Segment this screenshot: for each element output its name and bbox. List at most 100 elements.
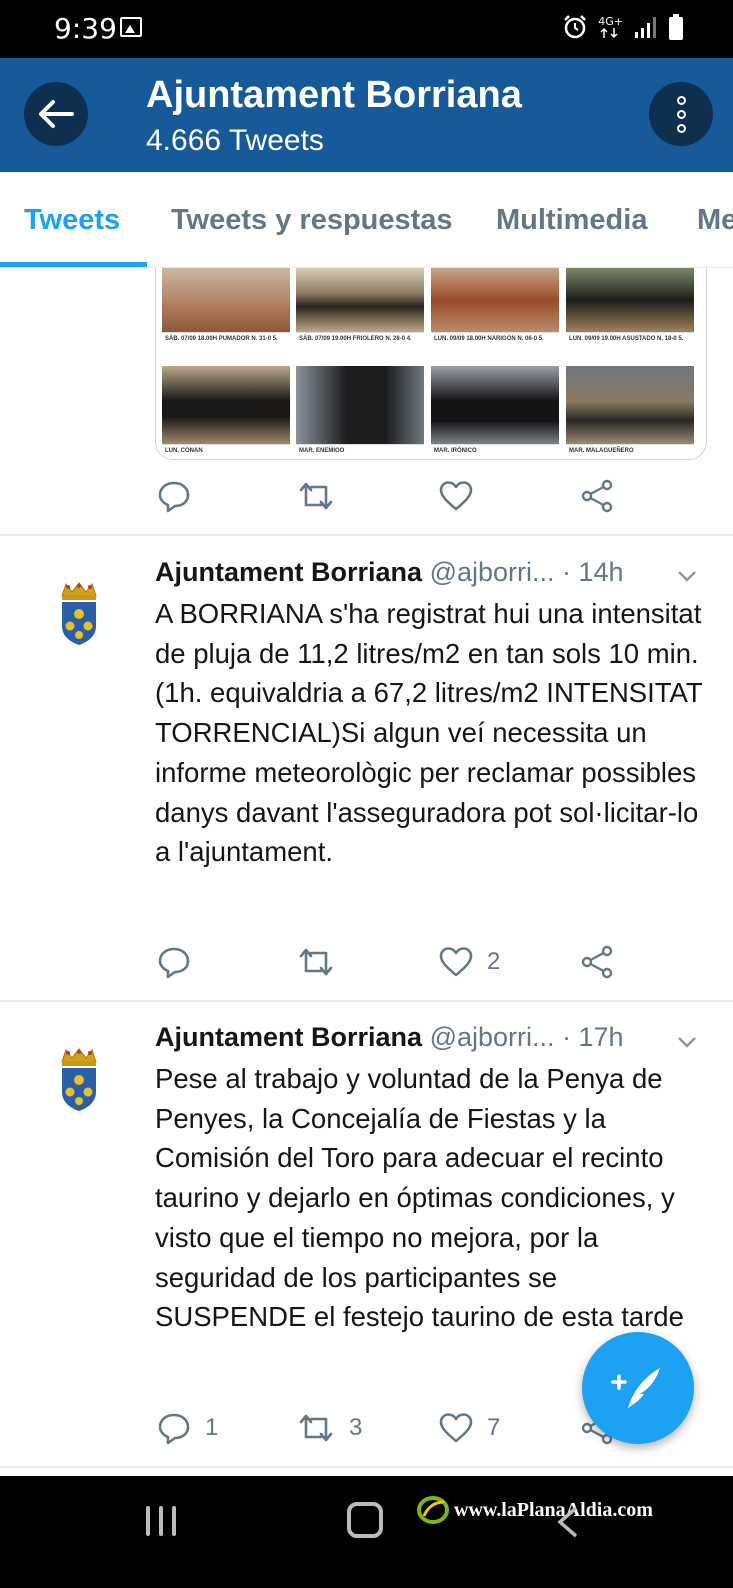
like-button[interactable]: 7 [439, 1406, 500, 1450]
back-button[interactable] [24, 82, 88, 146]
tweet-author-handle[interactable]: @ajborri... [430, 1022, 555, 1052]
tweet-divider [0, 1000, 733, 1002]
bull-photo [296, 268, 424, 332]
reply-icon [158, 1413, 190, 1445]
heart-icon [439, 1413, 473, 1443]
reply-button[interactable] [157, 940, 205, 984]
chevron-down-icon[interactable] [675, 1030, 699, 1054]
system-nav-bar: www.laPlanaAldia.com [0, 1476, 733, 1588]
tweet-text: A BORRIANA s'ha registrat hui una intens… [155, 598, 703, 868]
tweet-actions [155, 474, 655, 518]
media-caption: MAR. MALAGUEÑERO [566, 444, 694, 459]
media-caption: SÀB. 07/09 19.00H FRIOLERO N. 28-0 4. [296, 332, 424, 360]
tab-likes[interactable]: Me [697, 204, 733, 237]
home-button[interactable] [347, 1502, 383, 1538]
media-cell: MAR. IRÓNICO [431, 366, 559, 459]
avatar[interactable] [56, 1048, 102, 1114]
media-caption: LUN. 09/09 18.00H NARIGÓN N. 06-0 5. [431, 332, 559, 360]
avatar[interactable] [56, 582, 102, 648]
chevron-down-icon[interactable] [675, 564, 699, 588]
battery-icon [669, 14, 683, 40]
watermark-logo-icon [417, 1496, 449, 1524]
profile-tabs: Tweets Tweets y respuestas Multimedia Me [0, 172, 733, 268]
tweet-author-handle[interactable]: @ajborri... [430, 557, 555, 587]
signal-icon [635, 17, 656, 38]
reply-button[interactable]: 1 [157, 1406, 218, 1450]
tweet-actions: 1 3 7 [155, 1406, 655, 1450]
tweet-count: 4.666 Tweets [146, 124, 324, 157]
tweet-media-image[interactable]: SÀB. 07/09 18.00H PUMADOR N. 31-0 5. SÀB… [155, 268, 707, 460]
compose-tweet-button[interactable] [582, 1332, 694, 1444]
media-cell: SÀB. 07/09 19.00H FRIOLERO N. 28-0 4. [296, 268, 424, 360]
nav-back-icon[interactable] [556, 1506, 580, 1538]
retweet-button[interactable] [297, 474, 335, 518]
share-button[interactable] [579, 474, 615, 518]
gallery-notification-icon [120, 17, 142, 37]
media-cell: MAR. ENEMIGO [296, 366, 424, 459]
like-count: 7 [487, 1414, 501, 1441]
tab-tweets-and-replies[interactable]: Tweets y respuestas [171, 204, 453, 237]
tweet-timestamp: · 14h [562, 557, 624, 587]
like-button[interactable] [439, 474, 473, 518]
tab-media[interactable]: Multimedia [496, 204, 647, 237]
profile-header: Ajuntament Borriana 4.666 Tweets [0, 58, 733, 172]
tweet-divider [0, 1466, 733, 1468]
media-caption: SÀB. 07/09 18.00H PUMADOR N. 31-0 5. [162, 332, 290, 360]
like-button[interactable]: 2 [439, 940, 500, 984]
alarm-icon [564, 15, 587, 39]
reply-icon [158, 481, 190, 513]
media-cell: MAR. MALAGUEÑERO [566, 366, 694, 459]
dot-icon [676, 95, 686, 105]
tweet-divider [0, 534, 733, 536]
tweet-author-name[interactable]: Ajuntament Borriana [155, 1022, 422, 1052]
tweet-actions: 2 [155, 940, 655, 984]
media-cell: LUN. 09/09 18.00H NARIGÓN N. 06-0 5. [431, 268, 559, 360]
watermark: www.laPlanaAldia.com [416, 1490, 653, 1530]
bull-photo [431, 268, 559, 332]
share-icon [581, 479, 613, 513]
data-arrows-icon [600, 27, 618, 38]
media-caption: LUN. 09/09 19.00H ASUSTADO N. 18-0 5. [566, 332, 694, 360]
tweet-header: Ajuntament Borriana @ajborri... · 14h [155, 557, 624, 588]
like-count: 2 [487, 948, 501, 975]
compose-feather-icon [611, 1368, 660, 1408]
retweet-count: 3 [349, 1414, 363, 1441]
status-indicators: 4G+ [562, 14, 683, 40]
reply-button[interactable] [157, 474, 191, 518]
reply-icon [158, 947, 190, 979]
heart-icon [439, 947, 473, 977]
recent-apps-button[interactable] [146, 1506, 176, 1536]
bull-photo [431, 366, 559, 444]
media-caption: MAR. IRÓNICO [431, 444, 559, 459]
share-icon [581, 945, 613, 979]
profile-name: Ajuntament Borriana [146, 74, 522, 116]
bull-photo [162, 366, 290, 444]
more-options-button[interactable] [649, 82, 713, 146]
watermark-text: www.laPlanaAldia.com [454, 1498, 653, 1521]
media-caption: MAR. ENEMIGO [296, 444, 424, 459]
dot-icon [676, 109, 686, 119]
tweet-author-name[interactable]: Ajuntament Borriana [155, 557, 422, 587]
retweet-icon [299, 482, 333, 510]
status-bar: 9:39 4G+ [0, 0, 733, 58]
tweet-header: Ajuntament Borriana @ajborri... · 17h [155, 1022, 624, 1053]
media-caption: LUN. CONAN [162, 444, 290, 459]
share-button[interactable] [579, 940, 615, 984]
bull-photo [566, 366, 694, 444]
retweet-icon [299, 1414, 333, 1442]
bull-photo [162, 268, 290, 332]
dot-icon [676, 123, 686, 133]
network-type: 4G+ [598, 16, 623, 39]
retweet-icon [299, 948, 333, 976]
active-tab-indicator [0, 262, 147, 267]
tweet-text: Pese al trabajo y voluntad de la Penya d… [155, 1063, 684, 1333]
bull-photo [296, 366, 424, 444]
media-cell: LUN. 09/09 19.00H ASUSTADO N. 18-0 5. [566, 268, 694, 360]
heart-icon [439, 481, 473, 511]
tweet-timestamp: · 17h [562, 1022, 624, 1052]
media-cell: SÀB. 07/09 18.00H PUMADOR N. 31-0 5. [162, 268, 290, 360]
bull-photo [566, 268, 694, 332]
tab-tweets[interactable]: Tweets [24, 204, 120, 237]
retweet-button[interactable]: 3 [297, 1406, 362, 1450]
retweet-button[interactable] [297, 940, 349, 984]
